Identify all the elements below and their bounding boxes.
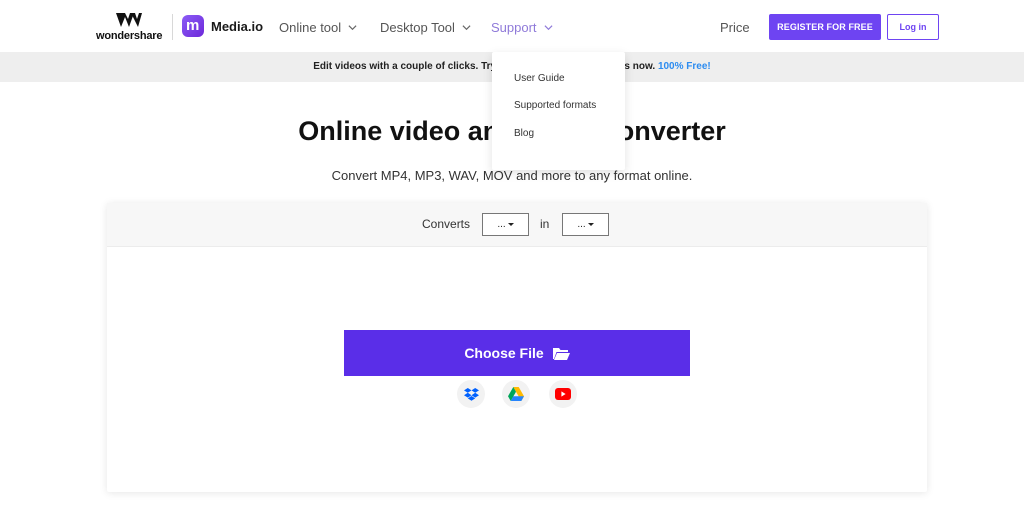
wondershare-wordmark: wondershare [96,30,163,42]
nav-online-tool-label: Online tool [279,20,342,35]
youtube-icon [555,388,571,400]
nav-support[interactable]: Support [491,20,553,35]
google-drive-icon [508,387,524,401]
chevron-down-icon [462,25,471,31]
dropbox-upload-button[interactable] [457,380,485,408]
target-format-value: ... [577,219,586,230]
mediaio-logo[interactable]: m Media.io [182,15,272,39]
chevron-down-icon [348,25,357,31]
page-subtitle: Convert MP4, MP3, WAV, MOV and more to a… [331,168,693,183]
header-inner: wondershare m Media.io Online tool Deskt… [0,0,1024,52]
folder-open-icon [552,347,570,360]
choose-file-button[interactable]: Choose File [344,330,690,376]
wondershare-mark-icon [116,13,142,27]
converter-format-bar: Converts ... in ... [107,203,927,247]
site-header: wondershare m Media.io Online tool Deskt… [0,0,1024,52]
menu-item-user-guide[interactable]: User Guide [514,73,565,84]
nav-desktop-tool-label: Desktop Tool [380,20,455,35]
converts-label: Converts [422,217,471,231]
logo-divider [172,14,173,40]
support-dropdown-menu: User Guide Supported formats Blog [492,52,625,170]
nav-price[interactable]: Price [720,20,750,35]
chevron-down-icon [544,25,553,31]
target-format-select[interactable]: ... [562,213,609,236]
nav-online-tool[interactable]: Online tool [279,20,357,35]
choose-file-label: Choose File [464,345,544,361]
caret-down-icon [587,223,594,226]
source-format-value: ... [497,219,506,230]
register-button[interactable]: REGISTER FOR FREE [769,14,881,40]
google-drive-upload-button[interactable] [502,380,530,408]
mediaio-name: Media.io [211,19,264,34]
menu-item-blog[interactable]: Blog [514,128,534,139]
nav-support-label: Support [491,20,537,35]
nav-price-label: Price [720,20,750,35]
wondershare-logo[interactable]: wondershare [96,12,162,42]
source-format-select[interactable]: ... [482,213,529,236]
converter-card: Converts ... in ... Choose File [107,203,927,492]
nav-desktop-tool[interactable]: Desktop Tool [380,20,471,35]
mediaio-badge-icon: m [182,15,204,37]
youtube-upload-button[interactable] [549,380,577,408]
promo-banner-highlight[interactable]: 100% Free! [658,61,711,72]
menu-item-supported-formats[interactable]: Supported formats [514,100,596,111]
caret-down-icon [507,223,514,226]
login-button[interactable]: Log in [887,14,939,40]
in-label: in [540,217,550,231]
dropbox-icon [463,387,479,401]
